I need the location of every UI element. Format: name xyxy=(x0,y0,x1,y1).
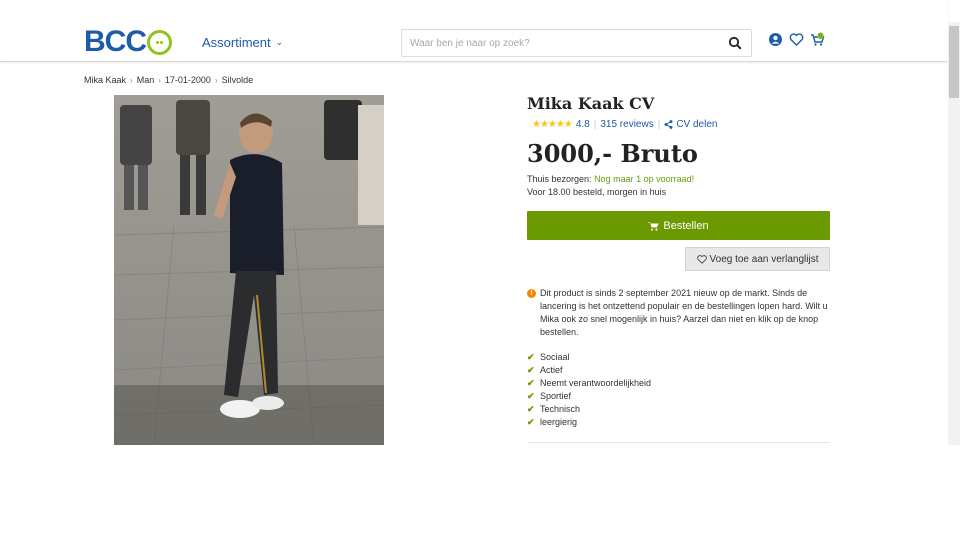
product-price: 3000,- Bruto xyxy=(527,139,698,168)
notice-text: Dit product is sinds 2 september 2021 ni… xyxy=(540,288,828,337)
smiley-icon xyxy=(147,29,172,55)
star-rating: ★★★★★ xyxy=(532,119,573,130)
breadcrumb-item[interactable]: Silvolde xyxy=(222,75,254,85)
cart-icon xyxy=(648,221,659,231)
list-item: ✔ leergierig xyxy=(527,416,651,429)
logo-text: BCC xyxy=(84,25,147,58)
bcc-logo[interactable]: BCC xyxy=(84,25,172,58)
share-icon xyxy=(664,120,673,129)
breadcrumb-item[interactable]: Mika Kaak xyxy=(84,75,126,85)
share-cv-link[interactable]: CV delen xyxy=(664,119,717,130)
list-item: ✔ Sportief xyxy=(527,390,651,403)
stock-status: Nog maar 1 op voorraad! xyxy=(594,174,695,184)
list-item: ✔ Actief xyxy=(527,364,651,377)
search-input[interactable] xyxy=(402,30,712,56)
chevron-right-icon: › xyxy=(158,75,161,85)
feature-list: ✔ Sociaal ✔ Actief ✔ Neemt verantwoordelijk… xyxy=(527,351,651,429)
check-icon: ✔ xyxy=(527,352,535,362)
feature-label: Sociaal xyxy=(540,352,570,362)
check-icon: ✔ xyxy=(527,404,535,414)
chevron-right-icon: › xyxy=(130,75,133,85)
assortiment-label: Assortiment xyxy=(202,35,271,50)
divider xyxy=(527,442,830,443)
page: BCC Assortiment ⌄ Waar ben je naar op zo… xyxy=(0,0,960,540)
wishlist-button-label: Voeg toe aan verlanglijst xyxy=(709,253,819,265)
check-icon: ✔ xyxy=(527,391,535,401)
check-icon: ✔ xyxy=(527,378,535,388)
delivery-prefix: Thuis bezorgen: xyxy=(527,174,592,184)
breadcrumb: Mika Kaak › Man › 17-01-2000 › Silvolde xyxy=(84,75,253,85)
assortiment-menu[interactable]: Assortiment ⌄ xyxy=(202,35,283,50)
feature-label: Technisch xyxy=(540,404,581,414)
account-icon[interactable] xyxy=(768,32,783,47)
feature-label: Actief xyxy=(540,365,563,375)
search-icon[interactable] xyxy=(728,36,742,50)
list-item: ✔ Sociaal xyxy=(527,351,651,364)
share-label: CV delen xyxy=(676,119,718,130)
page-scrollbar[interactable] xyxy=(948,22,960,445)
product-photo xyxy=(114,95,384,445)
feature-label: Sportief xyxy=(540,391,572,401)
reviews-link[interactable]: 315 reviews xyxy=(600,119,653,130)
heart-icon xyxy=(696,254,707,264)
wishlist-button[interactable]: Voeg toe aan verlanglijst xyxy=(685,247,830,271)
list-item: ✔ Neemt verantwoordelijkheid xyxy=(527,377,651,390)
scrollbar-thumb[interactable] xyxy=(949,26,959,98)
feature-label: Neemt verantwoordelijkheid xyxy=(540,378,652,388)
order-button[interactable]: Bestellen xyxy=(527,211,830,240)
rating-row: ★★★★★ 4.8 | 315 reviews | CV delen xyxy=(532,119,718,130)
search-bar xyxy=(401,29,752,57)
product-notice: ! Dit product is sinds 2 september 2021 … xyxy=(527,287,830,339)
rating-value: 4.8 xyxy=(575,119,590,130)
product-title: Mika Kaak CV xyxy=(527,94,655,113)
list-item: ✔ Technisch xyxy=(527,403,651,416)
header-icons: 0 xyxy=(768,32,825,47)
cart-icon[interactable]: 0 xyxy=(810,32,825,47)
breadcrumb-item[interactable]: Man xyxy=(137,75,155,85)
check-icon: ✔ xyxy=(527,417,535,427)
order-button-label: Bestellen xyxy=(663,219,709,232)
delivery-note: Voor 18.00 besteld, morgen in huis xyxy=(527,187,667,197)
chevron-right-icon: › xyxy=(214,75,218,85)
breadcrumb-item[interactable]: 17-01-2000 xyxy=(165,75,211,85)
chevron-down-icon: ⌄ xyxy=(275,37,284,47)
delivery-info: Thuis bezorgen: Nog maar 1 op voorraad! … xyxy=(527,173,694,199)
heart-icon[interactable] xyxy=(789,32,804,47)
alert-icon: ! xyxy=(527,289,536,298)
check-icon: ✔ xyxy=(527,365,535,375)
cart-count: 0 xyxy=(819,34,822,40)
feature-label: leergierig xyxy=(540,417,578,427)
site-header: BCC Assortiment ⌄ Waar ben je naar op zo… xyxy=(0,0,948,62)
